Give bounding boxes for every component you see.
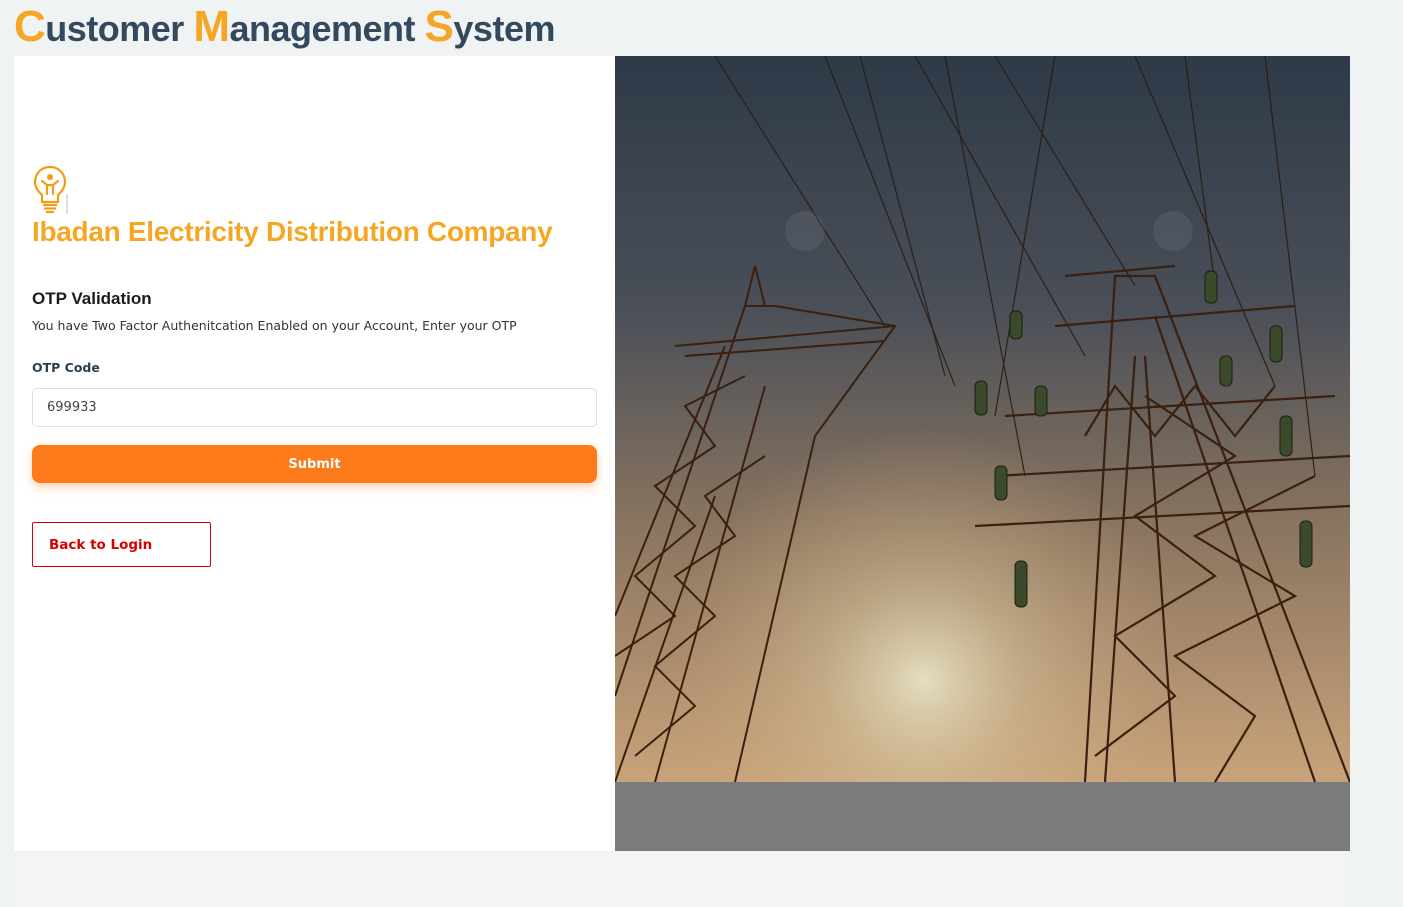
submit-button[interactable]: Submit bbox=[32, 445, 597, 483]
power-transmission-towers-image bbox=[615, 56, 1350, 851]
page-title: Customer Management System bbox=[14, 2, 555, 52]
title-initial-c: C bbox=[14, 2, 46, 51]
otp-code-input[interactable] bbox=[32, 388, 597, 427]
company-name: Ibadan Electricity Distribution Company bbox=[32, 216, 553, 247]
title-rest-m: anagement bbox=[229, 8, 425, 49]
otp-code-label: OTP Code bbox=[32, 360, 100, 375]
title-initial-m: M bbox=[193, 2, 230, 51]
back-to-login-button[interactable]: Back to Login bbox=[32, 522, 211, 567]
title-rest-s: ystem bbox=[453, 8, 555, 49]
otp-description: You have Two Factor Authenitcation Enabl… bbox=[32, 318, 517, 333]
otp-title: OTP Validation bbox=[32, 289, 152, 308]
title-rest-c: ustomer bbox=[45, 8, 194, 49]
title-initial-s: S bbox=[424, 2, 454, 51]
footer-area bbox=[14, 851, 1350, 907]
otp-card: Ibadan Electricity Distribution Company … bbox=[14, 56, 1350, 851]
lightbulb-person-icon bbox=[32, 164, 68, 216]
